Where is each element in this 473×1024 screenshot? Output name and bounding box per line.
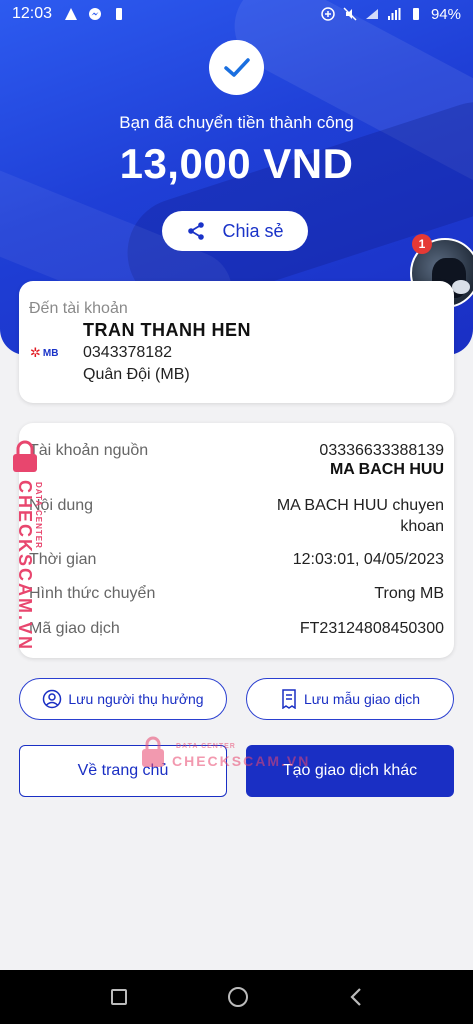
source-account-number: 03336633388139 <box>319 442 444 459</box>
lock-icon <box>13 440 37 472</box>
notification-badge: 1 <box>412 234 432 254</box>
bank-logo: ✲ MB <box>30 345 58 361</box>
success-message: Bạn đã chuyển tiền thành công <box>119 113 354 132</box>
watermark-center: DATA CENTER CHECKSCAM.VN <box>140 735 310 775</box>
content-line-1: MA BACH HUU chuyen <box>276 497 444 514</box>
share-icon <box>188 222 205 240</box>
save-template-label: Lưu mẫu giao dịch <box>304 691 420 707</box>
tx-code-value: FT23124808450300 <box>299 620 444 637</box>
bank-logo-text: MB <box>42 347 59 359</box>
checkmark-icon <box>223 57 250 77</box>
signal-icon <box>387 8 401 20</box>
time-value: 12:03:01, 04/05/2023 <box>292 551 444 568</box>
battery-icon <box>412 8 419 20</box>
back-icon[interactable] <box>349 987 363 1007</box>
wifi-icon <box>365 9 378 19</box>
user-circle-icon <box>43 689 62 709</box>
battery-saver-icon <box>116 8 123 20</box>
watermark-brand: CHECKSCAM.VN <box>15 480 35 652</box>
battery-percentage: 94% <box>430 5 461 23</box>
success-check <box>209 40 264 95</box>
recipient-bank-name: Quân Đội (MB) <box>83 366 190 383</box>
method-value: Trong MB <box>374 585 444 602</box>
destination-label: Đến tài khoản <box>29 300 128 317</box>
status-time: 12:03 <box>12 5 53 22</box>
transaction-details-card: Tài khoản nguồn 03336633388139 MA BACH H… <box>19 423 454 658</box>
messenger-icon <box>89 8 102 20</box>
save-template-button[interactable]: Lưu mẫu giao dịch <box>246 678 454 720</box>
recents-icon[interactable] <box>110 989 127 1005</box>
mute-icon <box>343 7 357 21</box>
recipient-account-number: 0343378182 <box>83 344 172 361</box>
system-nav-bar <box>0 970 473 1024</box>
save-beneficiary-label: Lưu người thụ hưởng <box>68 691 204 707</box>
warning-icon <box>65 8 78 20</box>
transfer-amount: 13,000 VND <box>119 140 354 187</box>
mb-star-icon: ✲ <box>30 345 41 360</box>
home-icon[interactable] <box>227 987 248 1007</box>
watermark-vertical: CHECKSCAM.VN DATA CENTER <box>4 440 48 651</box>
lock-icon <box>142 736 164 767</box>
share-label: Chia sẻ <box>222 220 284 241</box>
status-bar: 12:03 94% <box>0 0 473 28</box>
destination-card: Đến tài khoản ✲ MB TRAN THANH HEN 034337… <box>19 281 454 403</box>
recipient-name: TRAN THANH HEN <box>83 320 251 340</box>
source-account-name: MA BACH HUU <box>329 461 444 478</box>
watermark-center-sub: DATA CENTER <box>176 743 236 750</box>
watermark-center-brand: CHECKSCAM.VN <box>172 753 311 769</box>
watermark-sub: DATA CENTER <box>34 482 43 549</box>
save-beneficiary-button[interactable]: Lưu người thụ hưởng <box>19 678 227 720</box>
data-saver-icon <box>321 7 335 21</box>
receipt-icon <box>282 689 296 709</box>
content-line-2: khoan <box>400 518 444 535</box>
share-button[interactable]: Chia sẻ <box>162 211 308 251</box>
